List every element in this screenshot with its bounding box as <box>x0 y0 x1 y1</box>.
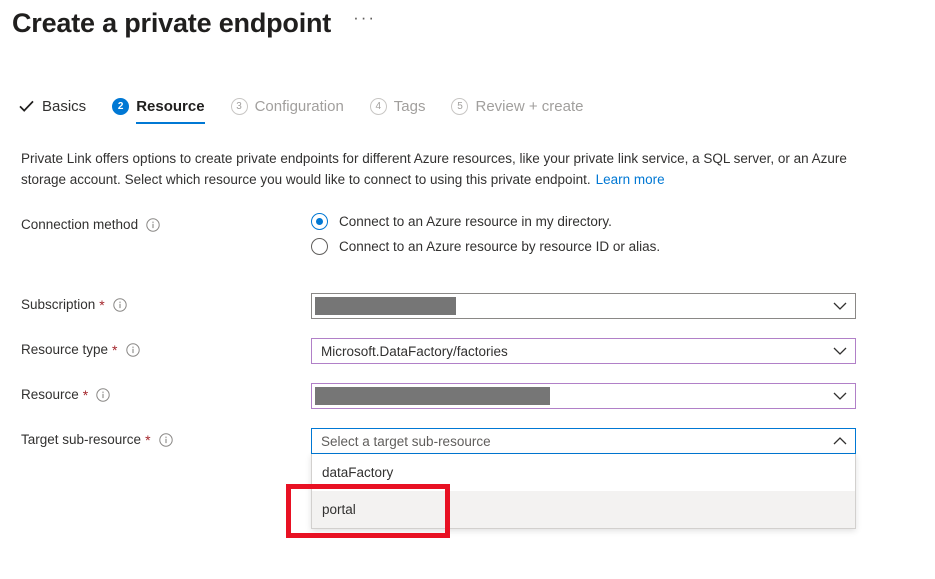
info-icon[interactable] <box>146 218 160 232</box>
tab-review-create-label: Review + create <box>475 98 583 115</box>
radio-connect-directory-label: Connect to an Azure resource in my direc… <box>339 214 612 229</box>
resource-label: Resource <box>21 387 79 402</box>
target-sub-resource-option-list: dataFactory portal <box>311 454 856 529</box>
tab-basics-label: Basics <box>42 98 86 115</box>
page-description: Private Link offers options to create pr… <box>21 148 866 190</box>
subscription-dropdown[interactable] <box>311 293 856 319</box>
more-actions-icon[interactable]: ··· <box>353 11 376 35</box>
required-asterisk: * <box>99 299 104 311</box>
radio-dot <box>316 218 323 225</box>
tab-configuration[interactable]: 3 Configuration <box>231 98 344 124</box>
resource-type-label: Resource type <box>21 342 108 357</box>
field-resource-type: Resource type * Microsoft.DataFactory/fa… <box>21 338 921 364</box>
wizard-tab-bar: Basics 2 Resource 3 Configuration 4 Tags… <box>18 98 609 124</box>
radio-connect-resource-id[interactable]: Connect to an Azure resource by resource… <box>311 238 660 255</box>
step-badge-4: 4 <box>370 98 387 115</box>
target-sub-resource-combobox: Select a target sub-resource dataFactory… <box>311 428 856 454</box>
info-icon[interactable] <box>126 343 140 357</box>
tab-tags[interactable]: 4 Tags <box>370 98 426 124</box>
target-sub-resource-label-group: Target sub-resource * <box>21 428 311 447</box>
resource-dropdown[interactable] <box>311 383 856 409</box>
tab-review-create[interactable]: 5 Review + create <box>451 98 583 124</box>
target-sub-resource-label: Target sub-resource <box>21 432 141 447</box>
resource-type-label-group: Resource type * <box>21 338 311 357</box>
subscription-redacted-value <box>315 297 456 315</box>
field-connection-method: Connection method Connect to an Azure re… <box>21 213 921 263</box>
resource-redacted-value <box>315 387 550 405</box>
resource-label-group: Resource * <box>21 383 311 402</box>
chevron-down-icon[interactable] <box>825 392 855 401</box>
step-badge-5: 5 <box>451 98 468 115</box>
page-header: Create a private endpoint ··· <box>12 6 376 40</box>
resource-type-value: Microsoft.DataFactory/factories <box>312 344 825 359</box>
chevron-up-icon[interactable] <box>825 437 855 446</box>
chevron-down-icon[interactable] <box>825 347 855 356</box>
option-portal[interactable]: portal <box>312 491 855 528</box>
field-resource: Resource * <box>21 383 921 409</box>
subscription-label: Subscription <box>21 297 95 312</box>
info-icon[interactable] <box>159 433 173 447</box>
target-sub-resource-dropdown[interactable]: Select a target sub-resource <box>311 428 856 454</box>
step-badge-3: 3 <box>231 98 248 115</box>
page-title: Create a private endpoint <box>12 6 331 40</box>
description-text: Private Link offers options to create pr… <box>21 151 847 187</box>
info-icon[interactable] <box>113 298 127 312</box>
tab-resource-label: Resource <box>136 98 204 115</box>
radio-connect-directory[interactable]: Connect to an Azure resource in my direc… <box>311 213 660 230</box>
radio-connect-resource-id-label: Connect to an Azure resource by resource… <box>339 239 660 254</box>
connection-method-radio-group: Connect to an Azure resource in my direc… <box>311 213 660 263</box>
chevron-down-icon[interactable] <box>825 302 855 311</box>
step-badge-2: 2 <box>112 98 129 115</box>
required-asterisk: * <box>145 434 150 446</box>
field-subscription: Subscription * <box>21 293 921 319</box>
info-icon[interactable] <box>96 388 110 402</box>
connection-method-label-group: Connection method <box>21 213 311 232</box>
tab-tags-label: Tags <box>394 98 426 115</box>
field-target-sub-resource: Target sub-resource * Select a target su… <box>21 428 921 454</box>
option-datafactory[interactable]: dataFactory <box>312 454 855 491</box>
tab-resource[interactable]: 2 Resource <box>112 98 204 124</box>
check-icon <box>18 98 35 115</box>
resource-type-dropdown[interactable]: Microsoft.DataFactory/factories <box>311 338 856 364</box>
required-asterisk: * <box>112 344 117 356</box>
target-sub-resource-placeholder: Select a target sub-resource <box>312 434 825 449</box>
learn-more-link[interactable]: Learn more <box>596 172 665 187</box>
radio-unselected-icon <box>311 238 328 255</box>
radio-selected-icon <box>311 213 328 230</box>
required-asterisk: * <box>83 389 88 401</box>
tab-configuration-label: Configuration <box>255 98 344 115</box>
connection-method-label: Connection method <box>21 217 138 232</box>
tab-basics[interactable]: Basics <box>18 98 86 124</box>
subscription-label-group: Subscription * <box>21 293 311 312</box>
